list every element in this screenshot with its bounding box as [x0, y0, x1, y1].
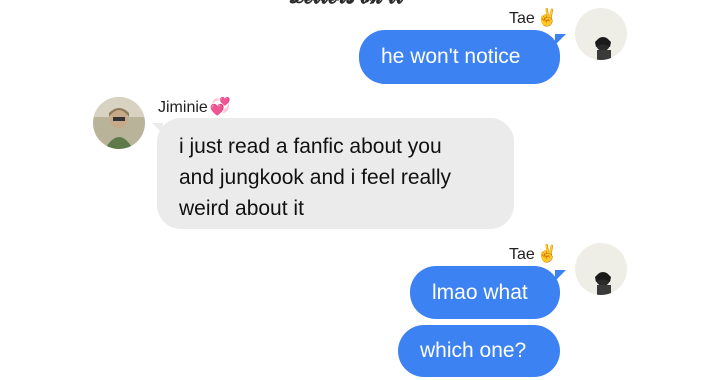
avatar-jiminie-image [93, 97, 145, 149]
message-bubble[interactable]: i just read a fanfic about you and jungk… [157, 118, 514, 229]
avatar-tae[interactable] [575, 8, 627, 60]
sender-name-tae: Tae ✌️ [509, 8, 558, 27]
bubble-tail [555, 270, 566, 281]
victory-hand-icon: ✌️ [536, 244, 558, 263]
message-text: i just read a fanfic about you [179, 135, 442, 158]
victory-hand-icon: ✌️ [536, 8, 558, 27]
message-text: lmao what [432, 281, 528, 304]
message-text: which one? [420, 339, 527, 362]
sender-name-tae: Tae ✌️ [509, 244, 558, 263]
message-text: he won't notice [381, 45, 521, 68]
clipped-text-top: 𝓛𝓮𝓽𝓽𝓮𝓻𝓼 𝓸𝓷 𝓲𝓽 [290, 0, 404, 9]
message-text: and jungkook and i feel really [179, 166, 452, 189]
bubble-tail [555, 34, 566, 45]
sender-name-jiminie: Jiminie 💞 [158, 97, 231, 116]
message-bubble[interactable]: which one? [398, 325, 560, 377]
avatar-tae-image [575, 8, 627, 60]
hearts-icon: 💞 [209, 97, 231, 116]
avatar-tae[interactable] [575, 243, 627, 295]
message-bubble[interactable]: lmao what [410, 266, 560, 319]
message-text: weird about it [179, 197, 304, 220]
message-bubble[interactable]: he won't notice [359, 30, 560, 84]
avatar-jiminie[interactable] [93, 97, 145, 149]
avatar-tae-image [575, 243, 627, 295]
